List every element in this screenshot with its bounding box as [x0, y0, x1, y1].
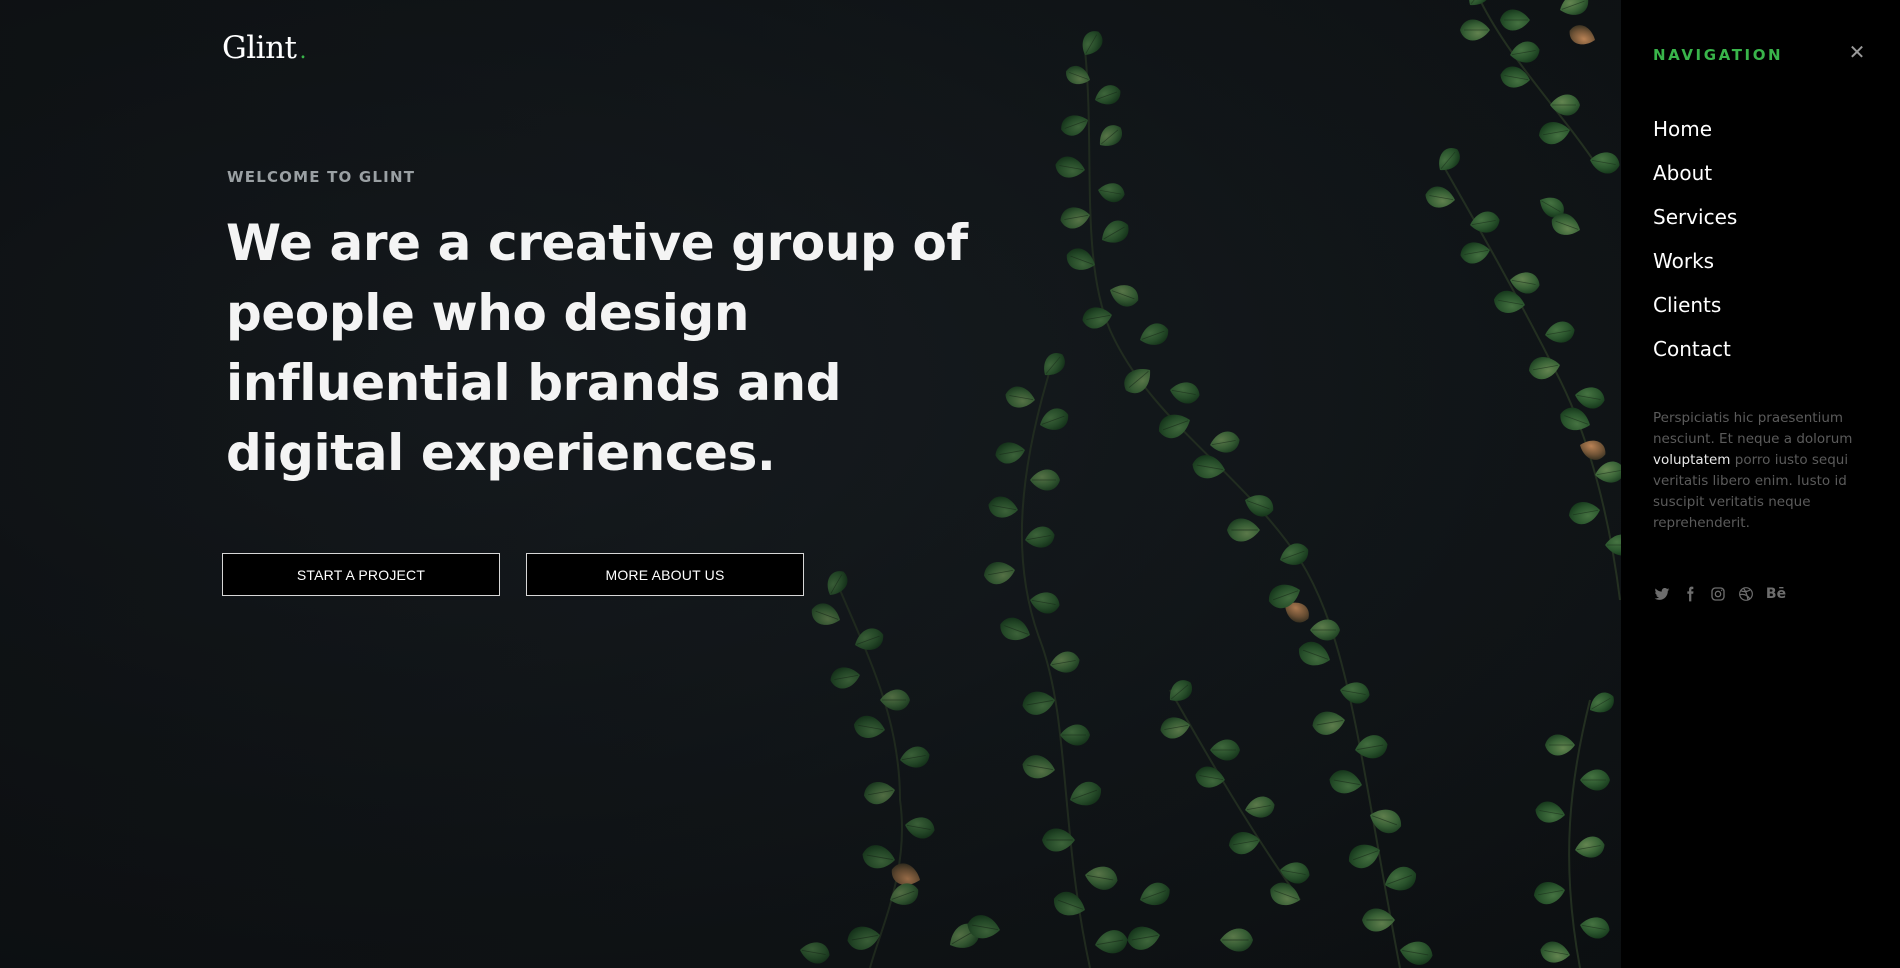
facebook-icon[interactable]	[1681, 585, 1699, 603]
hero-headline: We are a creative group of people who de…	[226, 214, 968, 482]
nav-item-about[interactable]: About	[1653, 156, 1737, 200]
dribbble-icon[interactable]	[1737, 585, 1755, 603]
navigation-panel: NAVIGATION ✕ Home About Services Works C…	[1621, 0, 1900, 968]
nav-item-works[interactable]: Works	[1653, 244, 1737, 288]
nav-description: Perspiciatis hic praesentium nesciunt. E…	[1653, 408, 1873, 534]
hero-section: Glint. WELCOME TO GLINT We are a creativ…	[0, 0, 1621, 968]
page: Glint. WELCOME TO GLINT We are a creativ…	[0, 0, 1900, 968]
start-project-button[interactable]: START A PROJECT	[222, 553, 500, 596]
site-logo[interactable]: Glint.	[222, 30, 306, 66]
nav-description-strong: voluptatem	[1653, 452, 1731, 468]
more-about-us-button[interactable]: MORE ABOUT US	[526, 553, 804, 596]
nav-menu: Home About Services Works Clients Contac…	[1653, 112, 1737, 376]
nav-item-home[interactable]: Home	[1653, 112, 1737, 156]
nav-item-services[interactable]: Services	[1653, 200, 1737, 244]
logo-dot: .	[299, 39, 307, 64]
nav-description-start: Perspiciatis hic praesentium nesciunt. E…	[1653, 410, 1853, 447]
hero-eyebrow: WELCOME TO GLINT	[227, 168, 416, 186]
social-links: Bē	[1653, 585, 1787, 603]
nav-item-clients[interactable]: Clients	[1653, 288, 1737, 332]
instagram-icon[interactable]	[1709, 585, 1727, 603]
twitter-icon[interactable]	[1653, 585, 1671, 603]
behance-icon[interactable]: Bē	[1765, 585, 1787, 603]
logo-text: Glint	[222, 30, 297, 66]
navigation-title: NAVIGATION	[1653, 46, 1784, 64]
nav-item-contact[interactable]: Contact	[1653, 332, 1737, 376]
close-icon[interactable]: ✕	[1845, 40, 1869, 64]
